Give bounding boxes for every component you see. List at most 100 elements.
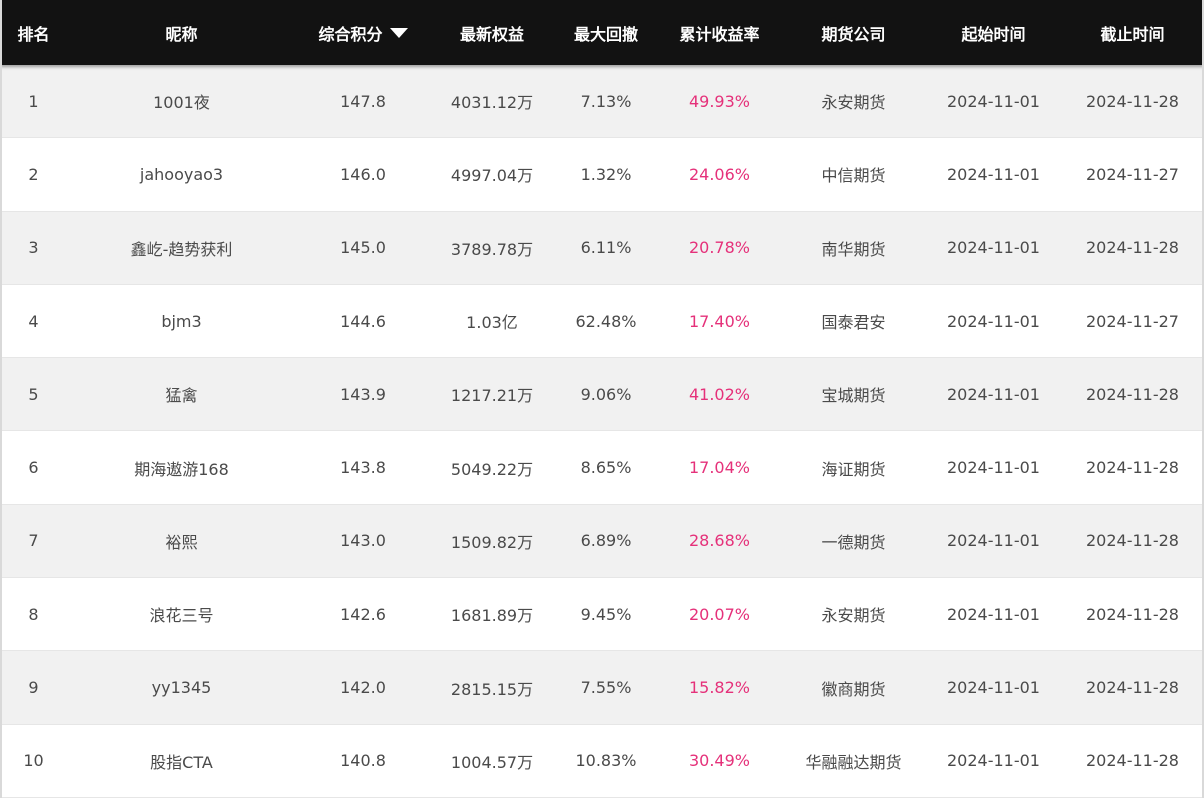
left-border (0, 0, 2, 798)
ranking-board: 排名 昵称 综合积分 最新权益 最大回撤 累计收益率 期货公司 起始时间 截止时… (0, 0, 1204, 798)
drawdown-cell: 7.13% (580, 91, 632, 111)
end-date-cell: 2024-11-28 (1086, 458, 1179, 478)
return-cell: 17.04% (688, 458, 750, 478)
score-cell: 143.8 (340, 458, 386, 478)
nickname-cell: 浪花三号 (149, 606, 214, 626)
drawdown-cell: 6.89% (580, 531, 632, 551)
score-cell: 144.6 (340, 311, 386, 331)
rank-cell: 4 (28, 311, 39, 331)
score-cell: 147.8 (340, 91, 386, 111)
table-row[interactable]: 2 jahooyao3 146.0 4997.04万 1.32% 24.06% 中信期货 20… (0, 138, 1204, 212)
end-date-cell: 2024-11-28 (1086, 531, 1179, 551)
rank-cell: 3 (28, 238, 39, 258)
nickname-cell: 鑫屹-趋势获利 (130, 239, 233, 259)
broker-cell: 中信期货 (821, 166, 886, 186)
drawdown-cell: 9.45% (580, 604, 632, 624)
rank-cell: 8 (28, 604, 39, 624)
equity-cell: 4997.04万 (450, 166, 534, 186)
start-date-cell: 2024-11-01 (947, 238, 1040, 258)
broker-cell: 华融融达期货 (805, 752, 902, 772)
header-broker: 期货公司 (821, 24, 886, 44)
score-cell: 143.0 (340, 531, 386, 551)
drawdown-cell: 62.48% (575, 311, 637, 331)
equity-cell: 1217.21万 (450, 386, 534, 406)
broker-cell: 海证期货 (821, 459, 886, 479)
start-date-cell: 2024-11-01 (947, 384, 1040, 404)
broker-cell: 南华期货 (821, 239, 886, 259)
nickname-cell: 1001夜 (153, 93, 210, 113)
return-cell: 30.49% (688, 751, 750, 771)
equity-cell: 1004.57万 (450, 752, 534, 772)
table-row[interactable]: 9 yy1345 142.0 2815.15万 7.55% 15.82% 徽商期货 2024-… (0, 651, 1204, 725)
score-cell: 142.0 (340, 678, 386, 698)
return-cell: 20.07% (688, 604, 750, 624)
return-cell: 41.02% (688, 384, 750, 404)
table-row[interactable]: 4 bjm3 144.6 1.03亿 62.48% 17.40% 国泰君安 2024-11-0… (0, 284, 1204, 359)
table-row[interactable]: 8 浪花三号 142.6 1681.89万 9.45% 20.07% 永安期货 2024-11… (0, 578, 1204, 652)
equity-cell: 1509.82万 (450, 532, 534, 552)
drawdown-cell: 7.55% (580, 678, 632, 698)
broker-cell: 一德期货 (821, 532, 886, 552)
header-equity: 最新权益 (459, 24, 524, 44)
start-date-cell: 2024-11-01 (947, 531, 1040, 551)
header-score-sortable[interactable]: 综合积分 (296, 21, 430, 45)
table-row[interactable]: 5 猛禽 143.9 1217.21万 9.06% 41.02% 宝城期货 2024-11-0… (0, 358, 1204, 432)
nickname-cell: 期海遨游168 (134, 459, 229, 479)
nickname-cell: yy1345 (151, 678, 212, 698)
drawdown-cell: 10.83% (575, 751, 637, 771)
equity-cell: 3789.78万 (450, 239, 534, 259)
header-return: 累计收益率 (679, 24, 760, 44)
broker-cell: 国泰君安 (821, 313, 886, 333)
sort-down-triangle-icon[interactable] (389, 28, 408, 38)
start-date-cell: 2024-11-01 (947, 751, 1040, 771)
rank-cell: 10 (23, 751, 44, 771)
header-nickname: 昵称 (165, 24, 198, 44)
rank-cell: 6 (28, 458, 39, 478)
end-date-cell: 2024-11-28 (1086, 751, 1179, 771)
broker-cell: 永安期货 (821, 606, 886, 626)
nickname-cell: 股指CTA (150, 752, 213, 772)
rank-cell: 2 (28, 164, 39, 184)
header-start-date: 起始时间 (961, 24, 1026, 44)
return-cell: 49.93% (688, 91, 750, 111)
return-cell: 17.40% (688, 311, 750, 331)
equity-cell: 4031.12万 (450, 93, 534, 113)
drawdown-cell: 9.06% (580, 384, 632, 404)
table-body: 1 1001夜 147.8 4031.12万 7.13% 49.93% 永安期货 2024-1… (0, 65, 1204, 798)
equity-cell: 2815.15万 (450, 679, 534, 699)
broker-cell: 永安期货 (821, 93, 886, 113)
broker-cell: 宝城期货 (821, 386, 886, 406)
rank-cell: 9 (28, 678, 39, 698)
table-row[interactable]: 3 鑫屹-趋势获利 145.0 3789.78万 6.11% 20.78% 南华期货 2024… (0, 211, 1204, 285)
table-row[interactable]: 1 1001夜 147.8 4031.12万 7.13% 49.93% 永安期货 2024-1… (0, 65, 1204, 139)
rank-cell: 7 (28, 531, 39, 551)
equity-cell: 1.03亿 (466, 313, 518, 333)
table-row[interactable]: 10 股指CTA 140.8 1004.57万 10.83% 30.49% 华融融达期货 20… (0, 724, 1204, 798)
table-row[interactable]: 7 裕熙 143.0 1509.82万 6.89% 28.68% 一德期货 2024-11-0… (0, 504, 1204, 579)
return-cell: 28.68% (688, 531, 750, 551)
nickname-cell: bjm3 (161, 311, 202, 331)
score-cell: 142.6 (340, 604, 386, 624)
start-date-cell: 2024-11-01 (947, 604, 1040, 624)
start-date-cell: 2024-11-01 (947, 678, 1040, 698)
end-date-cell: 2024-11-28 (1086, 678, 1179, 698)
rank-cell: 5 (28, 384, 39, 404)
header-score-label: 综合积分 (318, 24, 383, 44)
header-rank: 排名 (17, 24, 50, 44)
drawdown-cell: 1.32% (580, 164, 632, 184)
return-cell: 20.78% (688, 238, 750, 258)
table-row[interactable]: 6 期海遨游168 143.8 5049.22万 8.65% 17.04% 海证期货 2024… (0, 431, 1204, 505)
score-cell: 143.9 (340, 384, 386, 404)
equity-cell: 5049.22万 (450, 459, 534, 479)
start-date-cell: 2024-11-01 (947, 91, 1040, 111)
start-date-cell: 2024-11-01 (947, 311, 1040, 331)
end-date-cell: 2024-11-28 (1086, 604, 1179, 624)
end-date-cell: 2024-11-27 (1086, 164, 1179, 184)
drawdown-cell: 6.11% (580, 238, 632, 258)
nickname-cell: 裕熙 (165, 532, 198, 552)
end-date-cell: 2024-11-28 (1086, 238, 1179, 258)
end-date-cell: 2024-11-27 (1086, 311, 1179, 331)
drawdown-cell: 8.65% (580, 458, 632, 478)
return-cell: 15.82% (688, 678, 750, 698)
table-header: 排名 昵称 综合积分 最新权益 最大回撤 累计收益率 期货公司 起始时间 截止时… (0, 0, 1204, 65)
